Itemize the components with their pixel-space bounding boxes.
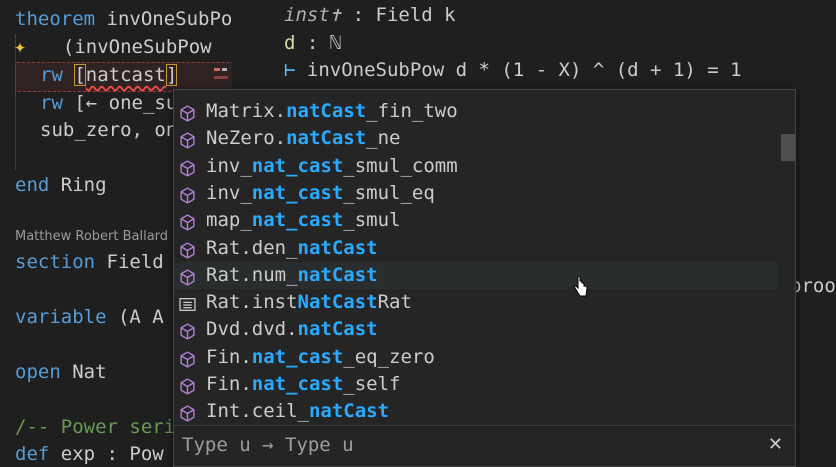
code-line-5: sub_zero, one — [40, 119, 189, 141]
code-line-9: open Nat — [15, 361, 107, 383]
suggestion-label: Rat.den_natCast — [206, 236, 378, 259]
suggest-scrollbar-thumb[interactable] — [781, 134, 795, 161]
suggest-detail-signature: Type u → Type u — [182, 434, 354, 456]
cube-icon — [179, 185, 196, 204]
code-line-6: end Ring — [15, 174, 107, 196]
suggestion-label: inv_nat_cast_smul_comm — [206, 154, 458, 177]
cube-icon — [179, 267, 196, 286]
suggestion-label: Int.ceil_natCast — [206, 400, 390, 423]
cube-icon — [179, 349, 196, 368]
lean-infoview: inst✝ : Field k d : ℕ ⊢ invOneSubPow d *… — [270, 0, 836, 90]
suggestion-item[interactable]: inv_nat_cast_smul_eq — [174, 180, 778, 207]
suggestion-label: Fin.nat_cast_self — [206, 373, 401, 395]
git-blame-author: Matthew Robert Ballard — [15, 229, 169, 244]
sparkle-icon[interactable]: ✦ — [14, 34, 26, 58]
suggestion-label: NeZero.natCast_ne — [206, 127, 401, 150]
suggestion-label: inv_nat_cast_smul_eq — [206, 181, 435, 204]
cube-icon — [179, 240, 196, 259]
suggestion-label: Rat.num_natCast — [206, 263, 378, 286]
close-icon[interactable]: ✕ — [768, 434, 783, 455]
code-line-11: def exp : Pow — [15, 443, 164, 465]
suggestion-item[interactable]: NeZero.natCast_ne — [174, 125, 778, 152]
cube-icon — [179, 321, 196, 341]
suggestion-item[interactable]: Fin.nat_cast_eq_zero — [174, 344, 778, 371]
bracket-close: ] — [165, 64, 178, 86]
goal-line[interactable]: ⊢ invOneSubPow d * (1 - X) ^ (d + 1) = 1 — [284, 57, 742, 84]
code-line-1: theorem invOneSubPow — [15, 8, 232, 30]
mouse-hand-cursor-icon — [574, 276, 588, 297]
turnstile-symbol: ⊢ — [284, 59, 296, 81]
suggestion-label: Dvd.dvd.natCast — [206, 318, 378, 341]
code-line-2: (invOneSubPow — [40, 36, 212, 58]
cube-icon — [179, 103, 196, 122]
code-line-10: /-- Power series — [15, 416, 199, 438]
hypothesis-2[interactable]: d : ℕ — [284, 30, 341, 57]
cube-icon — [179, 130, 196, 149]
cube-icon — [179, 376, 196, 395]
suggestion-item[interactable]: Rat.instNatCastRat — [174, 289, 778, 316]
cube-icon — [179, 403, 196, 422]
error-squiggle-token[interactable]: natcast — [86, 64, 166, 86]
code-line-8: variable (A A — [15, 306, 164, 328]
cube-icon — [179, 158, 196, 177]
suggestion-item[interactable]: Int.ceil_natCast — [174, 398, 778, 425]
code-line-7: section Field — [15, 251, 164, 273]
suggestion-item[interactable]: Fin.nat_cast_self — [174, 371, 778, 398]
suggestion-item[interactable]: Matrix.natCast_fin_two — [174, 98, 778, 125]
suggestion-label: Fin.nat_cast_eq_zero — [206, 345, 435, 368]
suggest-detail-bar: Type u → Type u ✕ — [174, 425, 795, 466]
suggestion-item[interactable]: map_nat_cast_smul — [174, 207, 778, 234]
autocomplete-suggest-widget[interactable]: Matrix.natCast_fin_two NeZero.natCast_nei… — [173, 89, 796, 467]
struct-icon — [179, 294, 196, 312]
code-line-3: rw [natcast] — [40, 64, 178, 86]
bracket-open: [ — [74, 64, 86, 86]
suggestion-item[interactable]: Dvd.dvd.natCast — [174, 316, 778, 343]
suggestion-label: map_nat_cast_smul — [206, 209, 401, 232]
cube-icon — [179, 212, 196, 231]
suggestion-item[interactable]: Rat.num_natCast — [174, 261, 778, 289]
suggestion-label: Rat.instNatCastRat — [206, 291, 412, 314]
suggestion-item[interactable]: inv_nat_cast_smul_comm — [174, 153, 778, 180]
suggestion-item[interactable]: Rat.den_natCast — [174, 235, 778, 262]
hypothesis-1[interactable]: inst✝ : Field k — [284, 2, 456, 29]
suggestion-label: Matrix.natCast_fin_two — [206, 100, 458, 122]
diagnostic-markers — [212, 62, 232, 90]
background-text-fragment: proo — [790, 275, 836, 297]
